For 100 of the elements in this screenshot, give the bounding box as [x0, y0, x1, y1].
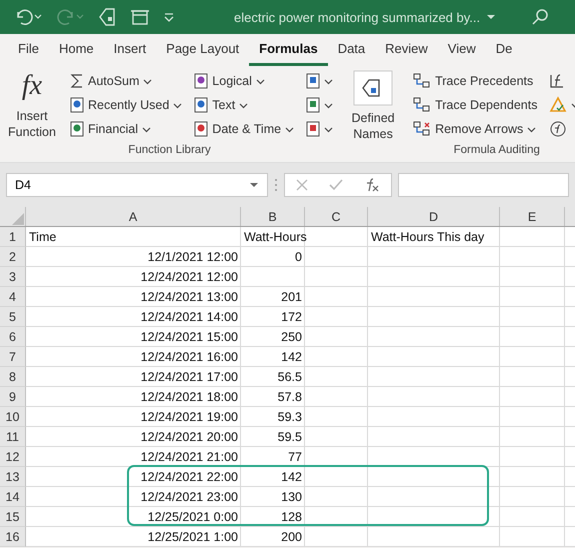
table-cell: 12/24/2021 14:00: [140, 310, 238, 324]
table-cell: 12/24/2021 17:00: [140, 370, 238, 384]
column-header[interactable]: B: [241, 207, 305, 226]
row-header[interactable]: 13: [0, 467, 26, 487]
ribbon-tab[interactable]: Data: [328, 34, 376, 66]
table-cell: 12/24/2021 12:00: [140, 270, 238, 284]
table-cell: 59.5: [278, 430, 302, 444]
table-cell: 201: [281, 290, 302, 304]
formula-input[interactable]: [398, 173, 569, 197]
table-cell: 12/24/2021 18:00: [140, 390, 238, 404]
book-icon: [194, 73, 208, 89]
caret-icon: [256, 76, 265, 86]
caret-icon[interactable]: [249, 180, 259, 190]
auditing-button[interactable]: Trace Precedents: [411, 70, 540, 92]
row-header[interactable]: 14: [0, 487, 26, 507]
book-icon: [194, 121, 208, 137]
ribbon-tab[interactable]: File: [8, 34, 49, 66]
table-cell: 12/24/2021 13:00: [140, 290, 238, 304]
table-cell: 56.5: [278, 370, 302, 384]
warning-icon: [549, 96, 568, 114]
function-category-button[interactable]: Financial: [68, 118, 184, 140]
function-category-button[interactable]: Date & Time: [192, 118, 296, 140]
table-cell: 12/24/2021 15:00: [140, 330, 238, 344]
function-circle-icon: [549, 120, 568, 138]
column-header[interactable]: C: [305, 207, 368, 226]
row-header[interactable]: 9: [0, 387, 26, 407]
function-category-button[interactable]: Recently Used: [68, 94, 184, 116]
table-cell: 250: [281, 330, 302, 344]
row-header[interactable]: 11: [0, 427, 26, 447]
column-header[interactable]: E: [500, 207, 565, 226]
row-header[interactable]: 15: [0, 507, 26, 527]
ribbon-tab[interactable]: De: [486, 34, 522, 66]
auditing-button[interactable]: Remove Arrows: [411, 118, 540, 140]
table-cell: 172: [281, 310, 302, 324]
table-cell: 12/25/2021 0:00: [148, 510, 238, 524]
table-cell: 12/1/2021 12:00: [148, 250, 238, 264]
ribbon-tab[interactable]: Insert: [104, 34, 156, 66]
table-cell: Time: [29, 230, 56, 244]
function-category-button[interactable]: AutoSum: [68, 70, 184, 92]
sigma-icon: [70, 73, 84, 89]
ribbon-tab[interactable]: Review: [375, 34, 438, 66]
table-cell: 12/24/2021 20:00: [140, 430, 238, 444]
table-cell: 128: [281, 510, 302, 524]
insert-function-icon[interactable]: [364, 178, 380, 192]
function-category-button[interactable]: Logical: [192, 70, 296, 92]
row-header[interactable]: 6: [0, 327, 26, 347]
table-cell: Watt-Hours: [244, 230, 307, 244]
trace-arrow-icon: [413, 121, 432, 137]
table-cell: 142: [281, 470, 302, 484]
ribbon-tab[interactable]: Page Layout: [156, 34, 250, 66]
row-header[interactable]: 1: [0, 227, 26, 247]
defined-names-button[interactable]: Defined Names: [343, 70, 404, 144]
insert-function-button[interactable]: fx Insert Function: [4, 70, 60, 144]
table-cell: 0: [295, 250, 302, 264]
search-icon[interactable]: [531, 8, 549, 26]
caret-icon: [527, 124, 536, 134]
row-header[interactable]: 12: [0, 447, 26, 467]
row-header[interactable]: 16: [0, 527, 26, 547]
caret-icon: [142, 124, 152, 134]
table-cell: 57.8: [278, 390, 302, 404]
row-header[interactable]: 5: [0, 307, 26, 327]
column-header[interactable]: D: [368, 207, 500, 226]
caret-icon: [239, 100, 248, 110]
book-icon: [306, 73, 320, 89]
book-icon: [70, 121, 84, 137]
book-icon: [70, 97, 84, 113]
table-cell: 200: [281, 530, 302, 544]
column-header[interactable]: A: [26, 207, 241, 226]
table-cell: 142: [281, 350, 302, 364]
caret-icon: [173, 100, 182, 110]
ribbon-tab[interactable]: View: [438, 34, 486, 66]
caret-icon: [143, 76, 152, 86]
book-icon: [306, 121, 320, 137]
window-title: electric power monitoring summarized by...: [234, 10, 480, 24]
row-header[interactable]: 7: [0, 347, 26, 367]
trace-arrow-icon: [413, 73, 432, 89]
table-cell: 12/24/2021 21:00: [140, 450, 238, 464]
table-cell: 12/24/2021 23:00: [140, 490, 238, 504]
book-icon: [194, 97, 208, 113]
auditing-button[interactable]: Trace Dependents: [411, 94, 540, 116]
row-header[interactable]: 3: [0, 267, 26, 287]
trace-arrow-icon: [413, 97, 432, 113]
book-icon: [306, 97, 320, 113]
caret-icon: [324, 124, 334, 134]
row-header[interactable]: 10: [0, 407, 26, 427]
row-header[interactable]: 2: [0, 247, 26, 267]
row-header[interactable]: 8: [0, 367, 26, 387]
table-cell: 12/24/2021 16:00: [140, 350, 238, 364]
ribbon-tab[interactable]: Home: [48, 34, 104, 66]
function-category-button[interactable]: Text: [192, 94, 296, 116]
table-cell: 12/25/2021 1:00: [148, 530, 238, 544]
caret-icon: [324, 100, 334, 110]
row-header[interactable]: 4: [0, 287, 26, 307]
group-label: Function Library: [128, 144, 211, 158]
table-cell: 130: [281, 490, 302, 504]
name-box[interactable]: D4: [6, 173, 268, 197]
caret-icon[interactable]: [486, 12, 496, 22]
grip-icon: [274, 178, 278, 192]
caret-icon: [285, 124, 294, 134]
table-cell: Watt-Hours This day: [371, 230, 484, 244]
